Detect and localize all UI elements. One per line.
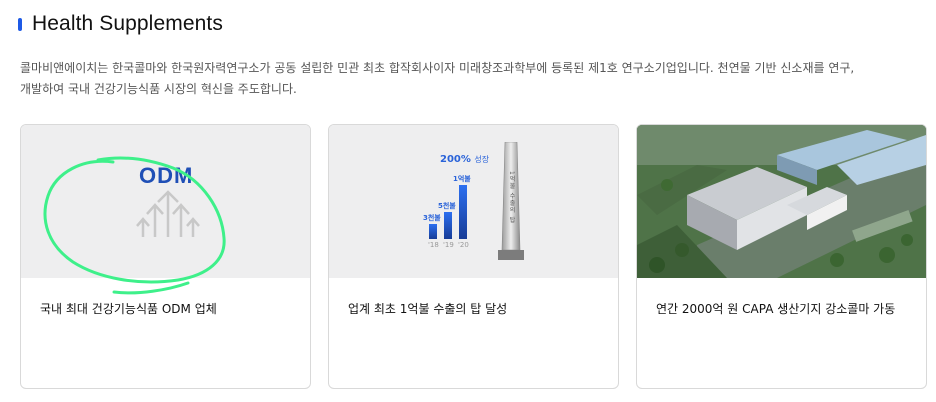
- growth-label: 200% 성장: [440, 154, 489, 165]
- odm-label: ODM: [139, 163, 194, 188]
- intro-line-1: 콜마비앤에이치는 한국콜마와 한국원자력연구소가 공동 설립한 민관 최초 합작…: [20, 61, 855, 75]
- year-label-2: '19: [443, 241, 454, 249]
- section-title: Health Supplements: [32, 12, 223, 35]
- card-image-factory: [637, 125, 926, 278]
- card-caption: 업계 최초 1억불 수출의 탑 달성: [348, 302, 508, 316]
- intro-line-2: 개발하여 국내 건강기능식품 시장의 혁신을 주도합니다.: [20, 82, 297, 96]
- growth-sub: 성장: [474, 155, 490, 164]
- bar-label-2: 5천불: [438, 202, 456, 210]
- odm-arrows-icon: [136, 190, 200, 237]
- card-caption: 국내 최대 건강기능식품 ODM 업체: [40, 302, 217, 316]
- bar-label-3: 1억불: [453, 175, 471, 183]
- growth-value: 200%: [440, 154, 471, 165]
- card-odm[interactable]: ODM 국내 최대 건강기능식품 ODM 업체: [20, 124, 311, 389]
- bar-1: [429, 224, 437, 239]
- card-image-export: 200% 성장 3천불 '18 5천불 '19 1억불 '20 1억불 수출의 …: [329, 125, 618, 278]
- bar-label-1: 3천불: [423, 214, 441, 222]
- card-export[interactable]: 200% 성장 3천불 '18 5천불 '19 1억불 '20 1억불 수출의 …: [328, 124, 619, 389]
- year-label-1: '18: [428, 241, 439, 249]
- card-factory[interactable]: 연간 2000억 원 CAPA 생산기지 강소콜마 가동: [636, 124, 927, 389]
- card-image-odm: ODM: [21, 125, 310, 278]
- card-caption: 연간 2000억 원 CAPA 생산기지 강소콜마 가동: [656, 302, 896, 316]
- bar-3: [459, 185, 467, 239]
- tower-text: 1억불 수출의 탑: [508, 171, 515, 224]
- section-header: Health Supplements: [18, 10, 223, 38]
- intro-paragraph: 콜마비앤에이치는 한국콜마와 한국원자력연구소가 공동 설립한 민관 최초 합작…: [20, 58, 920, 100]
- year-label-3: '20: [458, 241, 469, 249]
- title-marker: [18, 17, 22, 31]
- factory-aerial-photo: [637, 125, 926, 278]
- bar-2: [444, 212, 452, 239]
